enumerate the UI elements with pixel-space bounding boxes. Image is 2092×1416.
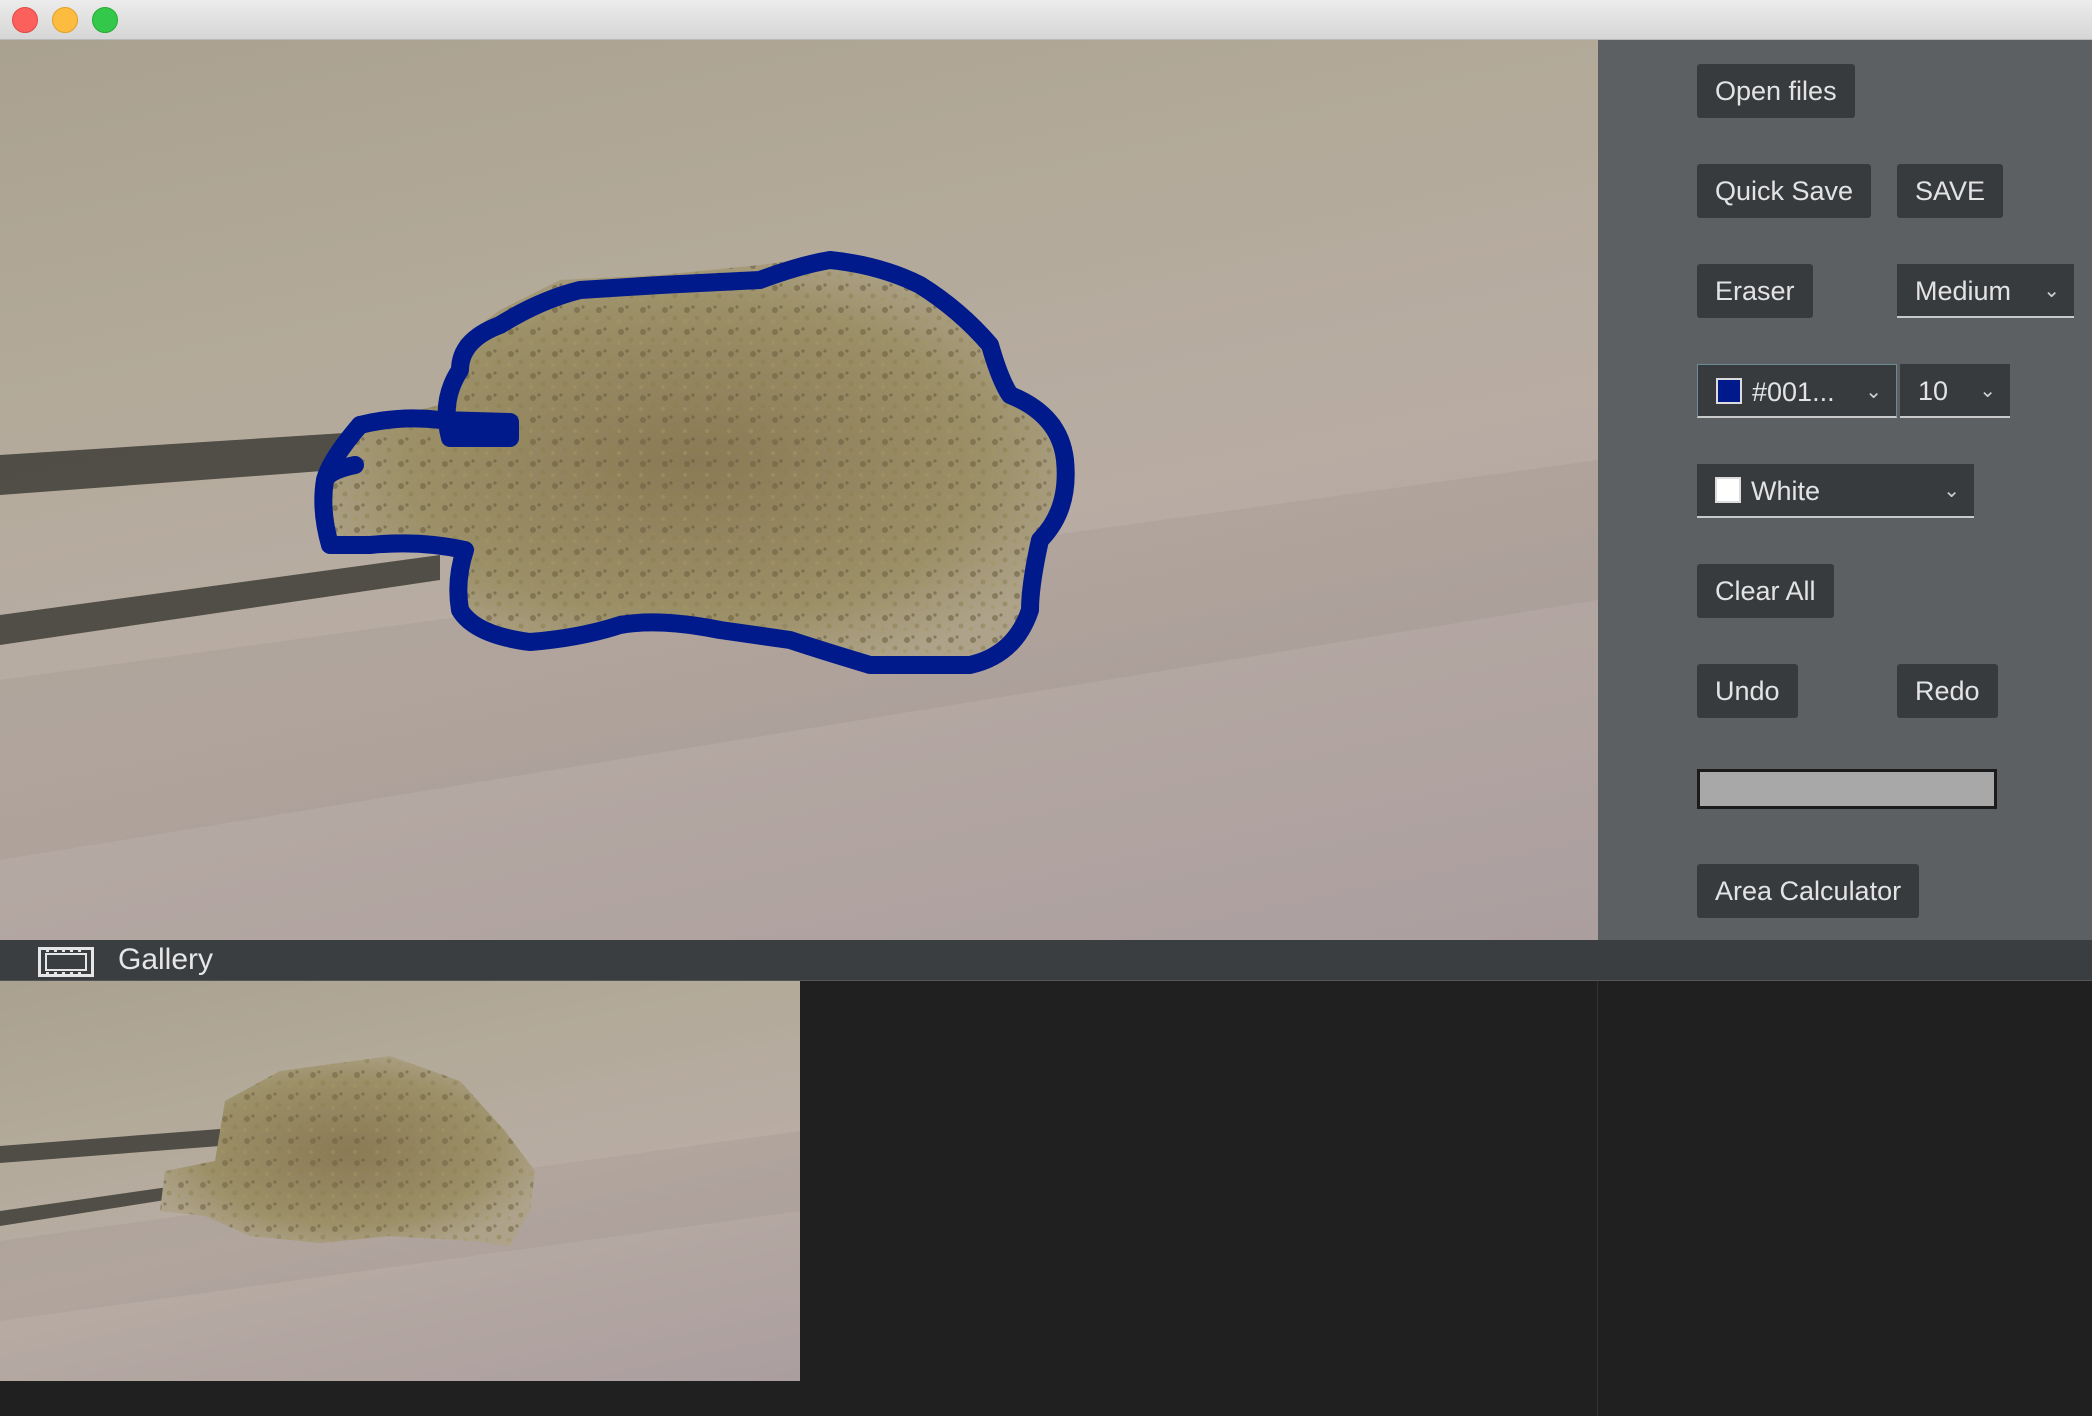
film-strip-icon (38, 947, 94, 977)
background-color-value: White (1751, 476, 1821, 506)
line-width-select[interactable]: 10 ⌄ (1900, 364, 2010, 418)
chevron-down-icon: ⌄ (1865, 381, 1882, 403)
image-canvas[interactable] (0, 40, 1598, 940)
close-window-button[interactable] (12, 7, 38, 33)
pen-color-value: #001... (1752, 377, 1835, 407)
pen-color-select[interactable]: #001... ⌄ (1697, 364, 1897, 418)
open-files-button[interactable]: Open files (1697, 64, 1855, 118)
eraser-button[interactable]: Eraser (1697, 264, 1813, 318)
quick-save-button[interactable]: Quick Save (1697, 164, 1872, 218)
window-title-bar (0, 0, 2092, 40)
area-calculator-button[interactable]: Area Calculator (1697, 864, 1920, 918)
line-width-value: 10 (1918, 376, 1949, 406)
gallery-thumbnail[interactable] (0, 981, 800, 1381)
gallery-header: Gallery (0, 940, 2092, 981)
chevron-down-icon: ⌄ (2043, 280, 2060, 302)
brush-size-select[interactable]: Medium ⌄ (1897, 264, 2074, 318)
chevron-down-icon: ⌄ (1943, 480, 1960, 502)
undo-button[interactable]: Undo (1697, 664, 1798, 718)
chevron-down-icon: ⌄ (1979, 380, 1996, 402)
brush-size-value: Medium (1915, 276, 2012, 306)
clear-all-button[interactable]: Clear All (1697, 564, 1834, 618)
save-button[interactable]: SAVE (1897, 164, 2004, 218)
gallery-divider (1597, 981, 1598, 1416)
gallery-strip (0, 981, 2092, 1416)
zoom-window-button[interactable] (92, 7, 118, 33)
minimize-window-button[interactable] (52, 7, 78, 33)
background-color-select[interactable]: White ⌄ (1697, 464, 1974, 518)
area-result-field (1697, 769, 1997, 809)
microscope-image (0, 251, 1598, 860)
color-swatch-icon (1715, 476, 1741, 503)
redo-button[interactable]: Redo (1897, 664, 1998, 718)
gallery-label: Gallery (118, 943, 214, 976)
thumbnail-image (0, 1056, 800, 1321)
color-swatch-icon (1716, 377, 1742, 404)
